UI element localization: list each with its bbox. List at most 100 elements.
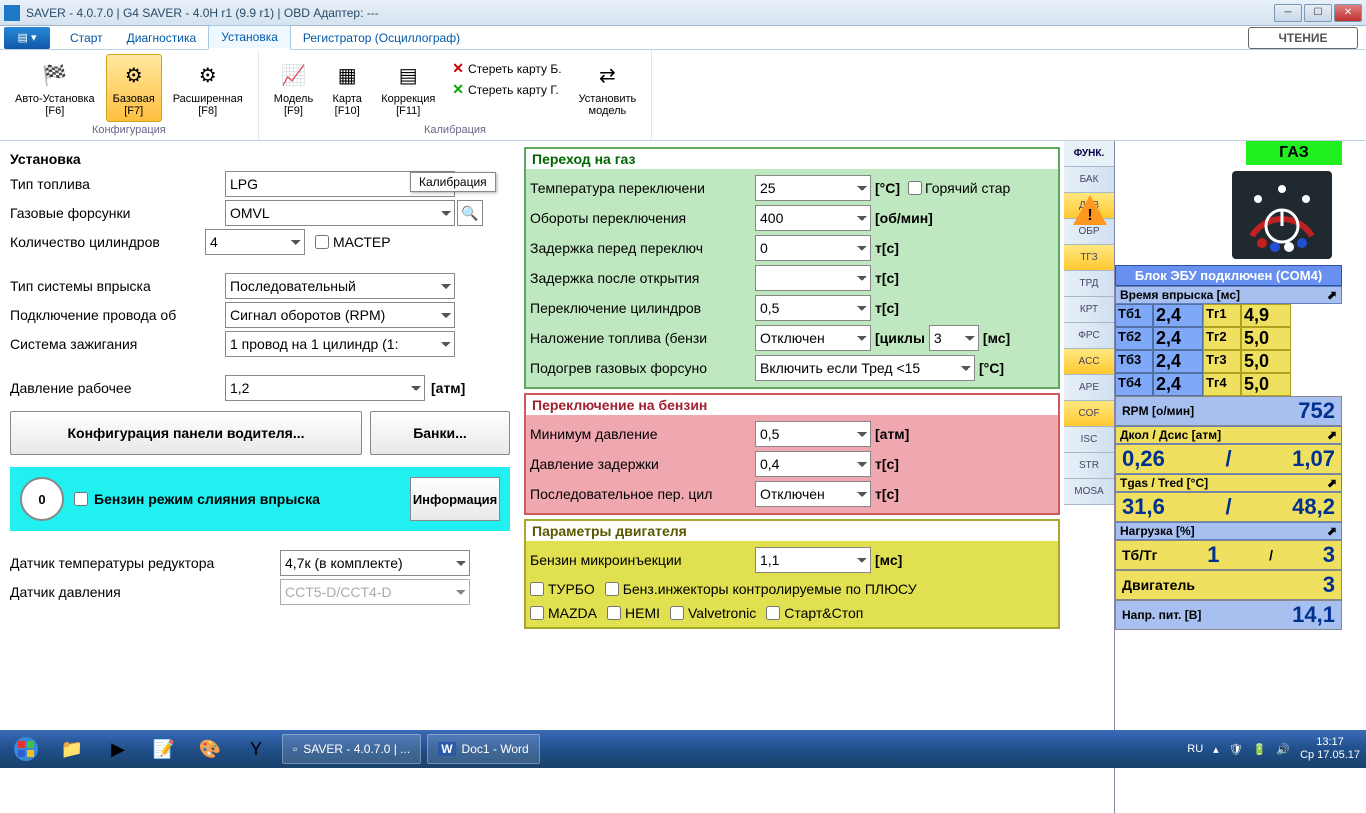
pressure-unit: [атм] [431,380,465,396]
driver-panel-button[interactable]: Конфигурация панели водителя... [10,411,362,455]
ribbon-auto-install[interactable]: 🏁Авто-Установка [F6] [8,54,102,122]
cylinders-label: Количество цилиндров [10,234,205,250]
temp-sensor-combo[interactable]: 4,7к (в комплекте) [280,550,470,576]
hemi-checkbox[interactable]: HEMI [607,605,660,621]
heater-combo[interactable]: Включить если Тред <15 [755,355,975,381]
ribbon-correction[interactable]: ▤Коррекция [F11] [374,54,442,122]
cylinders-combo[interactable]: 4 [205,229,305,255]
tab-recorder[interactable]: Регистратор (Осциллограф) [291,27,472,49]
overlap-ms-combo[interactable]: 3 [929,325,979,351]
close-button[interactable]: ✕ [1334,4,1362,22]
switch-rpm-label: Обороты переключения [530,210,755,226]
side-tab-ape[interactable]: APE [1064,375,1114,401]
ignition-combo[interactable]: 1 провод на 1 цилиндр (1: [225,331,455,357]
erase-map-b[interactable]: ✕Стереть карту Б. [452,60,561,77]
injectors-combo[interactable]: OMVL [225,200,455,226]
taskbar-task-word[interactable]: WDoc1 - Word [427,734,539,764]
banks-button[interactable]: Банки... [370,411,510,455]
delay-before-combo[interactable]: 0 [755,235,871,261]
seq-switch-combo[interactable]: Отключен [755,481,871,507]
min-pressure-combo[interactable]: 0,5 [755,421,871,447]
side-tab-frs[interactable]: ФРС [1064,323,1114,349]
maximize-button[interactable]: ☐ [1304,4,1332,22]
plus-checkbox[interactable]: Бенз.инжекторы контролируемые по ПЛЮСУ [605,581,917,597]
side-tab-krt[interactable]: КРТ [1064,297,1114,323]
media-icon[interactable]: ▶ [98,734,138,764]
work-pressure-combo[interactable]: 1,2 [225,375,425,401]
tab-start[interactable]: Старт [58,27,115,49]
side-tab-cof[interactable]: COF [1064,401,1114,427]
work-pressure-label: Давление рабочее [10,380,225,396]
switch-rpm-combo[interactable]: 400 [755,205,871,231]
tab-install[interactable]: Установка [208,25,291,50]
system-tray[interactable]: RU ▴ 🛡 🔋 🔊 13:17Ср 17.05.17 [1187,736,1360,762]
valvetronic-checkbox[interactable]: Valvetronic [670,605,756,621]
dsis-value: 1,07 [1292,446,1335,472]
turbo-checkbox[interactable]: ТУРБО [530,581,595,597]
taskbar-task-saver[interactable]: ▫SAVER - 4.0.7.0 | ... [282,734,421,764]
x-green-icon: ✕ [452,81,464,98]
mazda-checkbox[interactable]: MAZDA [530,605,597,621]
switch-temp-combo[interactable]: 25 [755,175,871,201]
erase-map-g[interactable]: ✕Стереть карту Г. [452,81,561,98]
expand-icon[interactable]: ⬈ [1327,288,1337,302]
side-tab-bak[interactable]: БАК [1064,167,1114,193]
side-tab-trd[interactable]: ТРД [1064,271,1114,297]
tray-shield-icon[interactable]: 🛡 [1229,743,1243,756]
browser-icon[interactable]: Y [236,734,276,764]
readings-panel: ГАЗ ! Блок ЭБУ подключен (COM4) Время вп… [1114,141,1342,813]
side-tab-tgz[interactable]: ТГЗ [1064,245,1114,271]
expand-icon[interactable]: ⬈ [1327,476,1337,490]
startstop-checkbox[interactable]: Старт&Стоп [766,605,863,621]
cyl-switch-combo[interactable]: 0,5 [755,295,871,321]
pressure-delay-combo[interactable]: 0,4 [755,451,871,477]
gauge-widget [1232,171,1332,259]
window-title: SAVER - 4.0.7.0 | G4 SAVER - 4.0H r1 (9.… [26,6,1274,20]
ignition-label: Система зажигания [10,336,225,352]
language-indicator[interactable]: RU [1187,743,1203,755]
master-checkbox[interactable]: МАСТЕР [315,234,510,250]
gas-mode-label: ГАЗ [1246,141,1342,165]
inj-time-title: Время впрыска [мс] [1120,288,1240,302]
engine-load-label: Двигатель [1122,577,1195,593]
hot-start-checkbox[interactable]: Горячий стар [908,180,1010,196]
ribbon-base[interactable]: ⚙Базовая [F7] [106,54,162,122]
notes-icon[interactable]: 📝 [144,734,184,764]
microinj-combo[interactable]: 1,1 [755,547,871,573]
tab-diagnostics[interactable]: Диагностика [115,27,209,49]
tray-up-icon[interactable]: ▴ [1213,743,1219,756]
petrol-switch-group: Переключение на бензин Минимум давление0… [524,393,1060,515]
read-button[interactable]: ЧТЕНИЕ [1248,27,1358,49]
file-menu-button[interactable]: ▤ ▾ [4,27,50,49]
petrol-merge-checkbox[interactable]: Бензин режим слияния впрыска [74,491,400,507]
paint-icon[interactable]: 🎨 [190,734,230,764]
ribbon-model[interactable]: 📈Модель [F9] [267,54,320,122]
delay-after-combo[interactable] [755,265,871,291]
ribbon-map[interactable]: ▦Карта [F10] [324,54,370,122]
side-tab-func[interactable]: ФУНК. [1064,141,1114,167]
side-tab-str[interactable]: STR [1064,453,1114,479]
injector-search-icon[interactable]: 🔍 [457,200,483,226]
tray-volume-icon[interactable]: 🔊 [1276,743,1290,756]
expand-icon[interactable]: ⬈ [1327,428,1337,442]
ribbon-extended[interactable]: ⚙Расширенная [F8] [166,54,250,122]
cyl-switch-label: Переключение цилиндров [530,300,755,316]
start-button[interactable] [6,734,46,764]
inj-sys-combo[interactable]: Последовательный [225,273,455,299]
side-tab-mosa[interactable]: MOSA [1064,479,1114,505]
overlap-combo[interactable]: Отключен [755,325,871,351]
expand-icon[interactable]: ⬈ [1327,524,1337,538]
ribbon-set-model[interactable]: ⇄Установить модель [572,54,644,122]
side-tab-acc[interactable]: ACC [1064,349,1114,375]
tray-battery-icon[interactable]: 🔋 [1253,743,1267,756]
minimize-button[interactable]: ─ [1274,4,1302,22]
explorer-icon[interactable]: 📁 [52,734,92,764]
clock[interactable]: 13:17Ср 17.05.17 [1300,736,1360,762]
info-button[interactable]: Информация [410,477,500,521]
pressure-delay-label: Давление задержки [530,456,755,472]
microinj-label: Бензин микроинъекции [530,552,755,568]
side-tab-isc[interactable]: ISC [1064,427,1114,453]
switch-temp-label: Температура переключени [530,180,755,196]
ribbon-group-calib: Калибрация [424,124,486,136]
rpm-wire-combo[interactable]: Сигнал оборотов (RPM) [225,302,455,328]
